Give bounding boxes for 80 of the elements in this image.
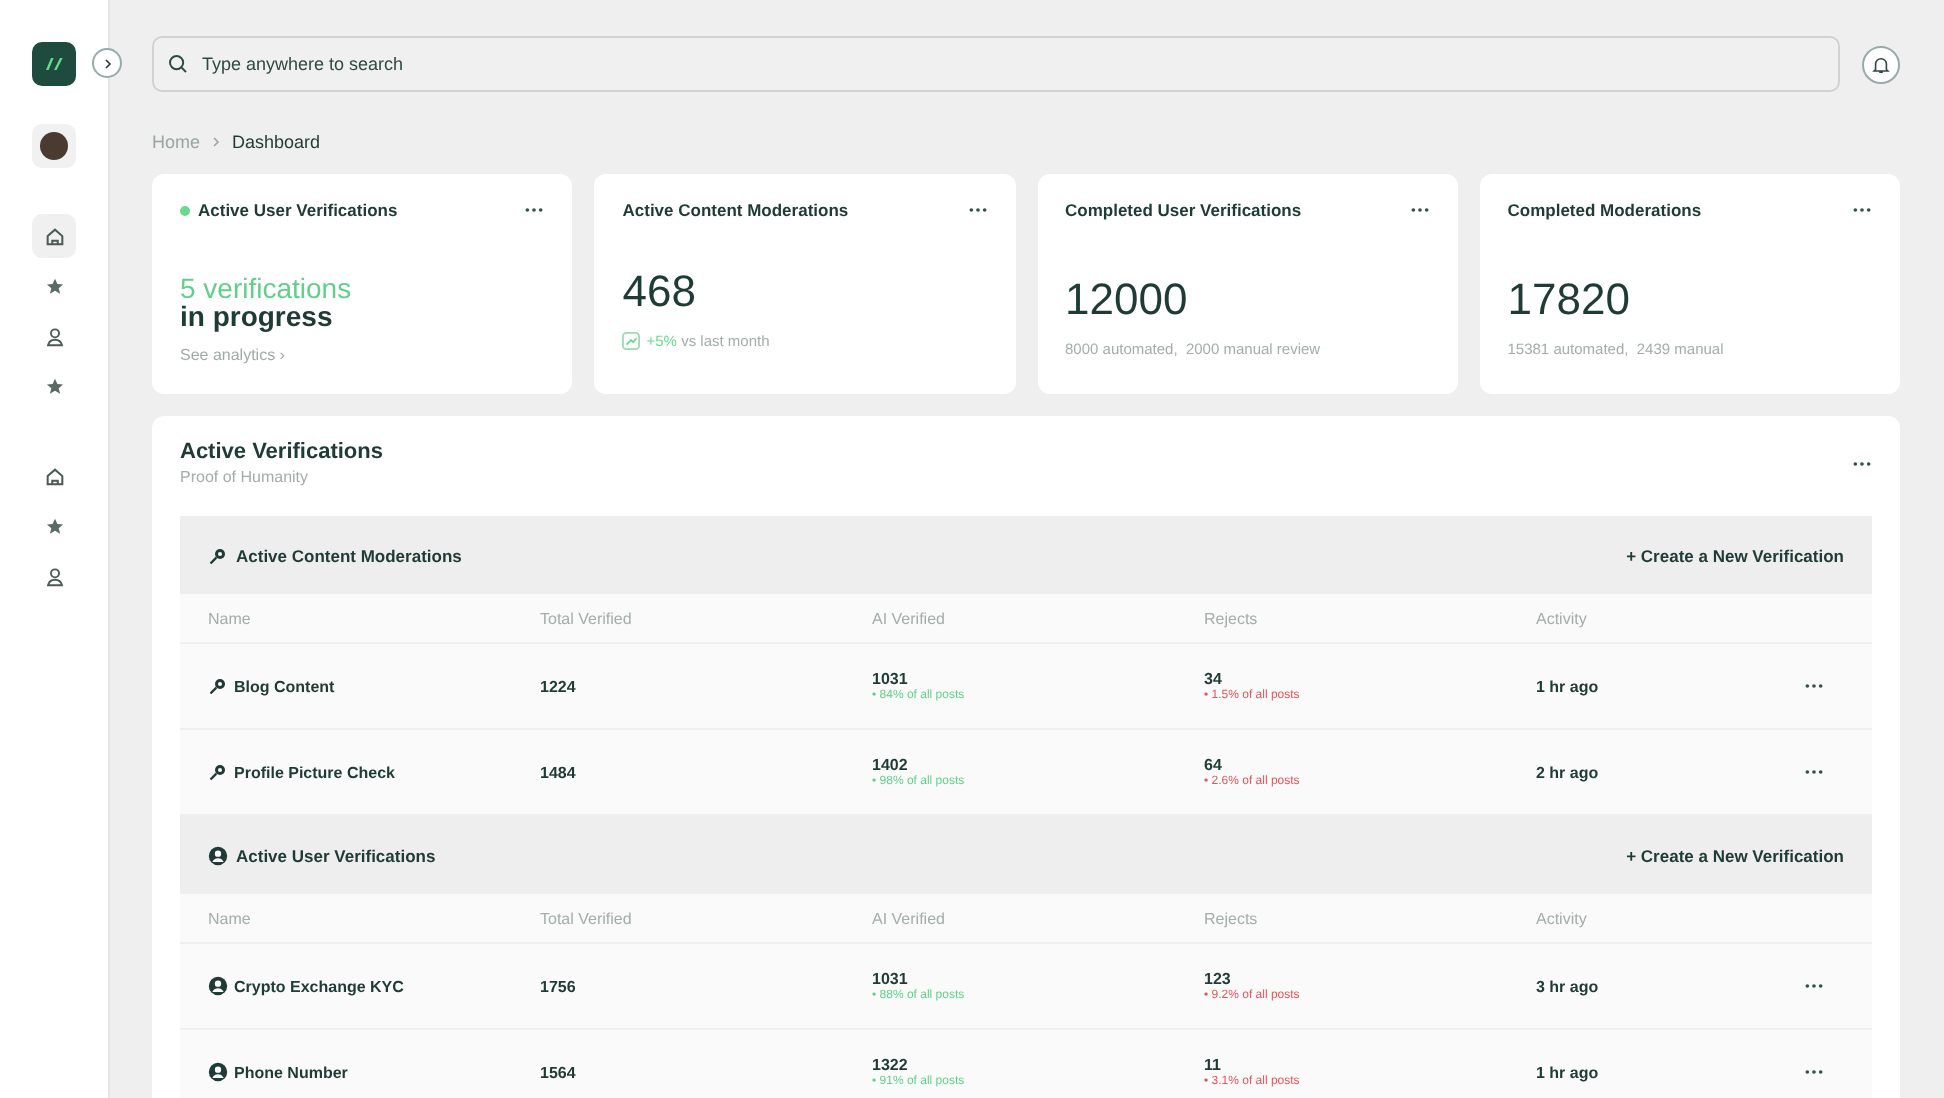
notification-button[interactable] bbox=[1862, 45, 1900, 83]
create-link[interactable]: + Create a New Verification bbox=[1626, 545, 1844, 565]
card-title: Active Content Moderations bbox=[622, 200, 849, 220]
column-header: AI Verified bbox=[872, 909, 947, 927]
magnifier-icon bbox=[208, 762, 228, 782]
breadcrumb-link[interactable]: Dashboard bbox=[232, 132, 321, 152]
column-header: Activity bbox=[1536, 909, 1589, 927]
more-icon[interactable] bbox=[1804, 1068, 1824, 1076]
table-cell: Blog Content bbox=[234, 677, 335, 695]
column-header: Total Verified bbox=[540, 609, 634, 627]
trend-icon bbox=[622, 332, 641, 350]
table-cell-text: 1224 bbox=[540, 677, 578, 695]
table-cell: Profile Picture Check bbox=[234, 763, 395, 781]
table-cell-text: 123 bbox=[1204, 970, 1233, 988]
bell-icon bbox=[1872, 55, 1890, 73]
more-icon[interactable] bbox=[1804, 682, 1824, 690]
home-icon bbox=[43, 225, 65, 247]
table-cell-text: 34 bbox=[1204, 670, 1224, 688]
star-icon bbox=[43, 375, 65, 397]
table-cell-text: 1 hr ago bbox=[1536, 677, 1601, 695]
table-cell-text: 1484 bbox=[540, 763, 578, 781]
table-cell-text: 1322 bbox=[872, 1056, 910, 1074]
card-value: 12000 bbox=[1065, 274, 1190, 326]
more-icon[interactable] bbox=[1804, 982, 1824, 990]
star-icon bbox=[43, 275, 65, 297]
create-link[interactable]: + Create a New Verification bbox=[1626, 845, 1844, 865]
table-cell-text: 1756 bbox=[540, 977, 578, 995]
table-cell: Crypto Exchange KYC bbox=[234, 977, 404, 995]
more-icon[interactable] bbox=[524, 206, 545, 214]
card-title: Completed Moderations bbox=[1507, 200, 1702, 220]
column-header: AI Verified bbox=[872, 609, 947, 627]
user-icon bbox=[43, 565, 65, 587]
user-icon bbox=[43, 325, 65, 347]
more-icon[interactable] bbox=[1852, 459, 1872, 467]
panel-subtitle: Proof of Humanity bbox=[180, 468, 311, 486]
avatar[interactable] bbox=[32, 124, 76, 168]
card-value: 17820 bbox=[1507, 274, 1632, 326]
card-title: Active User Verifications bbox=[198, 200, 398, 220]
table-cell: Phone Number bbox=[234, 1063, 348, 1081]
column-header: Rejects bbox=[1204, 909, 1260, 927]
user-icon bbox=[208, 845, 228, 865]
chevron-icon bbox=[101, 57, 113, 69]
table-cell-text: 1 hr ago bbox=[1536, 1063, 1601, 1081]
table-cell-text: 1031 bbox=[872, 670, 910, 688]
column-header: Activity bbox=[1536, 609, 1589, 627]
card-value: in progress bbox=[180, 302, 335, 332]
table-cell-text: 2 hr ago bbox=[1536, 763, 1601, 781]
panel-title: Active Verifications bbox=[180, 440, 383, 464]
table-cell-text: 1031 bbox=[872, 970, 910, 988]
more-icon[interactable] bbox=[1409, 206, 1430, 214]
search-icon bbox=[168, 54, 188, 74]
user-icon bbox=[208, 1062, 228, 1082]
expand-button[interactable] bbox=[92, 48, 122, 78]
sidebar-item[interactable] bbox=[32, 214, 76, 258]
column-header: Name bbox=[208, 609, 253, 627]
search-field[interactable]: Type anywhere to search bbox=[152, 36, 1840, 92]
user-icon bbox=[208, 976, 228, 996]
table-cell-text: 1402 bbox=[872, 756, 910, 774]
magnifier-icon bbox=[208, 676, 228, 696]
table-cell-text: 1564 bbox=[540, 1063, 578, 1081]
status-dot bbox=[180, 205, 190, 215]
more-icon[interactable] bbox=[1852, 206, 1872, 214]
more-icon[interactable] bbox=[1804, 768, 1824, 776]
magnifier-icon bbox=[208, 545, 228, 565]
column-header: Name bbox=[208, 909, 253, 927]
table-cell-text: 64 bbox=[1204, 756, 1224, 774]
card-title: Completed User Verifications bbox=[1065, 200, 1302, 220]
chevron-icon bbox=[212, 136, 221, 148]
table-cell-text: 11 bbox=[1204, 1056, 1223, 1074]
column-header: Rejects bbox=[1204, 609, 1260, 627]
table-cell-text: 3 hr ago bbox=[1536, 977, 1601, 995]
more-icon[interactable] bbox=[967, 206, 987, 214]
card-highlight: 5 verifications bbox=[180, 274, 354, 302]
home-icon bbox=[43, 465, 65, 487]
star-icon bbox=[43, 515, 65, 537]
group-title: Active User Verifications bbox=[236, 845, 436, 865]
logo-icon[interactable] bbox=[32, 42, 76, 86]
column-header: Total Verified bbox=[540, 909, 634, 927]
group-title: Active Content Moderations bbox=[236, 545, 462, 565]
card-value: 468 bbox=[622, 266, 698, 318]
